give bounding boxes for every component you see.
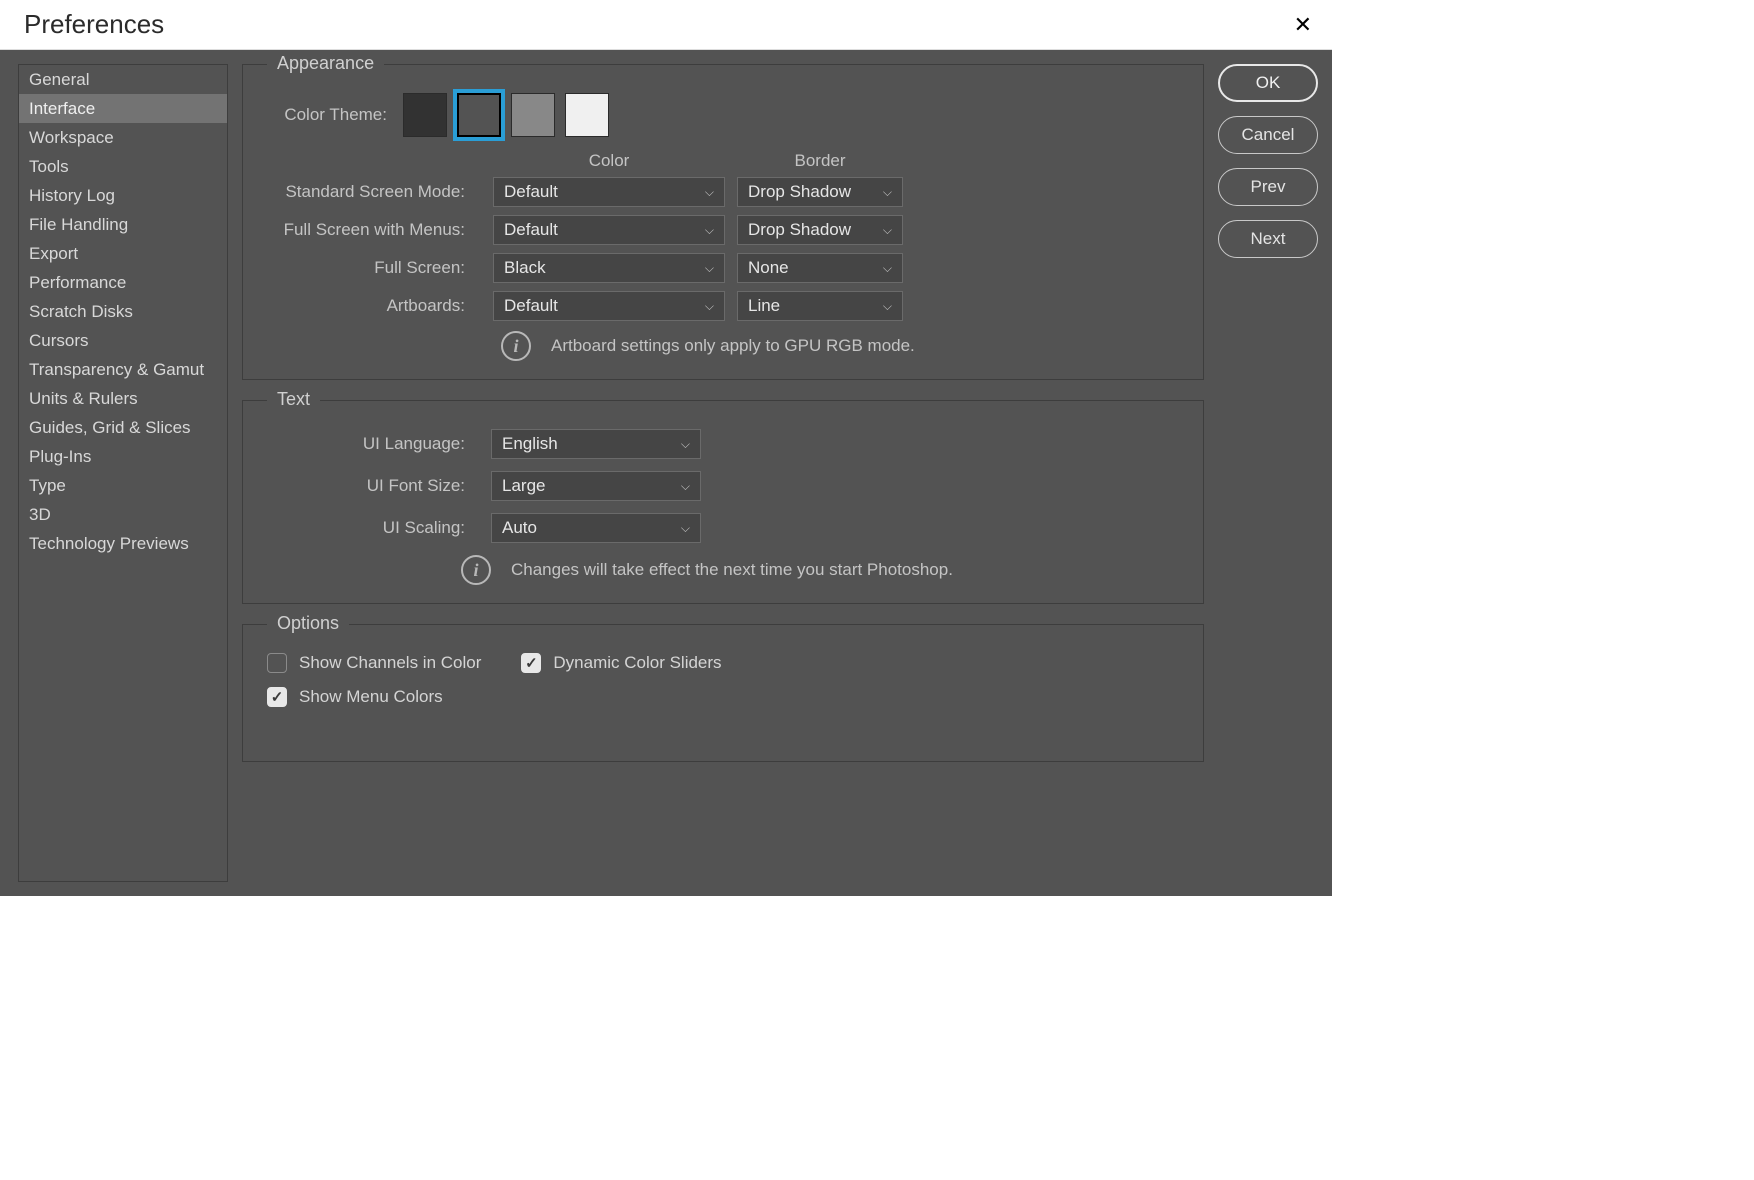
sidebar-item-general[interactable]: General [19,65,227,94]
sidebar-item-history-log[interactable]: History Log [19,181,227,210]
titlebar: Preferences ✕ [0,0,1332,50]
sidebar-item-workspace[interactable]: Workspace [19,123,227,152]
cancel-button[interactable]: Cancel [1218,116,1318,154]
sidebar: GeneralInterfaceWorkspaceToolsHistory Lo… [18,64,228,882]
sidebar-item-tools[interactable]: Tools [19,152,227,181]
sidebar-item-scratch-disks[interactable]: Scratch Disks [19,297,227,326]
chevron-down-icon: ⌵ [883,185,892,200]
checkbox-label: Show Menu Colors [299,687,443,707]
chevron-down-icon: ⌵ [883,299,892,314]
chevron-down-icon: ⌵ [705,223,714,238]
sidebar-item-type[interactable]: Type [19,471,227,500]
chevron-down-icon: ⌵ [883,261,892,276]
chevron-down-icon: ⌵ [681,437,690,452]
sidebar-item-transparency-gamut[interactable]: Transparency & Gamut [19,355,227,384]
chevron-down-icon: ⌵ [681,521,690,536]
main-panel: Appearance Color Theme: Color Border Sta… [228,64,1218,882]
text-select-0[interactable]: English ⌵ [491,429,701,459]
ok-button[interactable]: OK [1218,64,1318,102]
sidebar-item-guides-grid-slices[interactable]: Guides, Grid & Slices [19,413,227,442]
chevron-down-icon: ⌵ [883,223,892,238]
text-select-2[interactable]: Auto ⌵ [491,513,701,543]
border-select-0[interactable]: Drop Shadow ⌵ [737,177,903,207]
close-icon[interactable]: ✕ [1294,12,1312,38]
sidebar-item-file-handling[interactable]: File Handling [19,210,227,239]
sidebar-item-units-rulers[interactable]: Units & Rulers [19,384,227,413]
sidebar-item-export[interactable]: Export [19,239,227,268]
select-value: Large [502,476,545,496]
sidebar-item-3d[interactable]: 3D [19,500,227,529]
appearance-legend: Appearance [267,53,384,74]
border-select-2[interactable]: None ⌵ [737,253,903,283]
checkbox-dynamic-color-sliders[interactable]: ✓ Dynamic Color Sliders [521,653,721,673]
select-value: Black [504,258,546,278]
sidebar-item-cursors[interactable]: Cursors [19,326,227,355]
prev-button[interactable]: Prev [1218,168,1318,206]
checkbox-label: Show Channels in Color [299,653,481,673]
sidebar-item-technology-previews[interactable]: Technology Previews [19,529,227,558]
color-theme-swatch-0[interactable] [403,93,447,137]
info-icon: i [461,555,491,585]
checkbox-show-menu-colors[interactable]: ✓ Show Menu Colors [267,687,443,707]
color-select-0[interactable]: Default ⌵ [493,177,725,207]
appearance-fieldset: Appearance Color Theme: Color Border Sta… [242,64,1204,380]
checkbox-checked-icon: ✓ [521,653,541,673]
info-icon: i [501,331,531,361]
screen-mode-label: Artboards: [261,296,481,316]
color-theme-swatches [403,93,609,137]
text-info-text: Changes will take effect the next time y… [511,560,953,580]
select-value: Drop Shadow [748,182,851,202]
sidebar-item-interface[interactable]: Interface [19,94,227,123]
color-theme-label: Color Theme: [261,105,403,125]
color-select-3[interactable]: Default ⌵ [493,291,725,321]
color-select-1[interactable]: Default ⌵ [493,215,725,245]
color-theme-swatch-3[interactable] [565,93,609,137]
text-legend: Text [267,389,320,410]
chevron-down-icon: ⌵ [681,479,690,494]
text-select-1[interactable]: Large ⌵ [491,471,701,501]
chevron-down-icon: ⌵ [705,185,714,200]
border-select-3[interactable]: Line ⌵ [737,291,903,321]
dialog-title: Preferences [24,9,164,40]
options-legend: Options [267,613,349,634]
screen-mode-label: Full Screen with Menus: [261,220,481,240]
select-value: Auto [502,518,537,538]
checkbox-label: Dynamic Color Sliders [553,653,721,673]
next-button[interactable]: Next [1218,220,1318,258]
select-value: Default [504,182,558,202]
button-column: OK Cancel Prev Next [1218,64,1318,882]
select-value: Default [504,296,558,316]
text-row-label: UI Language: [261,434,481,454]
sidebar-item-plug-ins[interactable]: Plug-Ins [19,442,227,471]
color-select-2[interactable]: Black ⌵ [493,253,725,283]
checkbox-show-channels-in-color[interactable]: Show Channels in Color [267,653,481,673]
chevron-down-icon: ⌵ [705,299,714,314]
select-value: English [502,434,558,454]
color-theme-swatch-2[interactable] [511,93,555,137]
sidebar-item-performance[interactable]: Performance [19,268,227,297]
text-row-label: UI Scaling: [261,518,481,538]
options-fieldset: Options Show Channels in Color ✓Dynamic … [242,624,1204,762]
border-column-header: Border [737,151,903,171]
select-value: Drop Shadow [748,220,851,240]
text-fieldset: Text UI Language:English⌵UI Font Size:La… [242,400,1204,604]
select-value: Default [504,220,558,240]
appearance-info-text: Artboard settings only apply to GPU RGB … [551,336,915,356]
screen-mode-label: Full Screen: [261,258,481,278]
checkbox-checked-icon: ✓ [267,687,287,707]
checkbox-unchecked-icon [267,653,287,673]
screen-mode-label: Standard Screen Mode: [261,182,481,202]
dialog-content: GeneralInterfaceWorkspaceToolsHistory Lo… [0,50,1332,896]
text-row-label: UI Font Size: [261,476,481,496]
color-column-header: Color [493,151,725,171]
chevron-down-icon: ⌵ [705,261,714,276]
select-value: Line [748,296,780,316]
select-value: None [748,258,789,278]
color-theme-swatch-1[interactable] [457,93,501,137]
border-select-1[interactable]: Drop Shadow ⌵ [737,215,903,245]
